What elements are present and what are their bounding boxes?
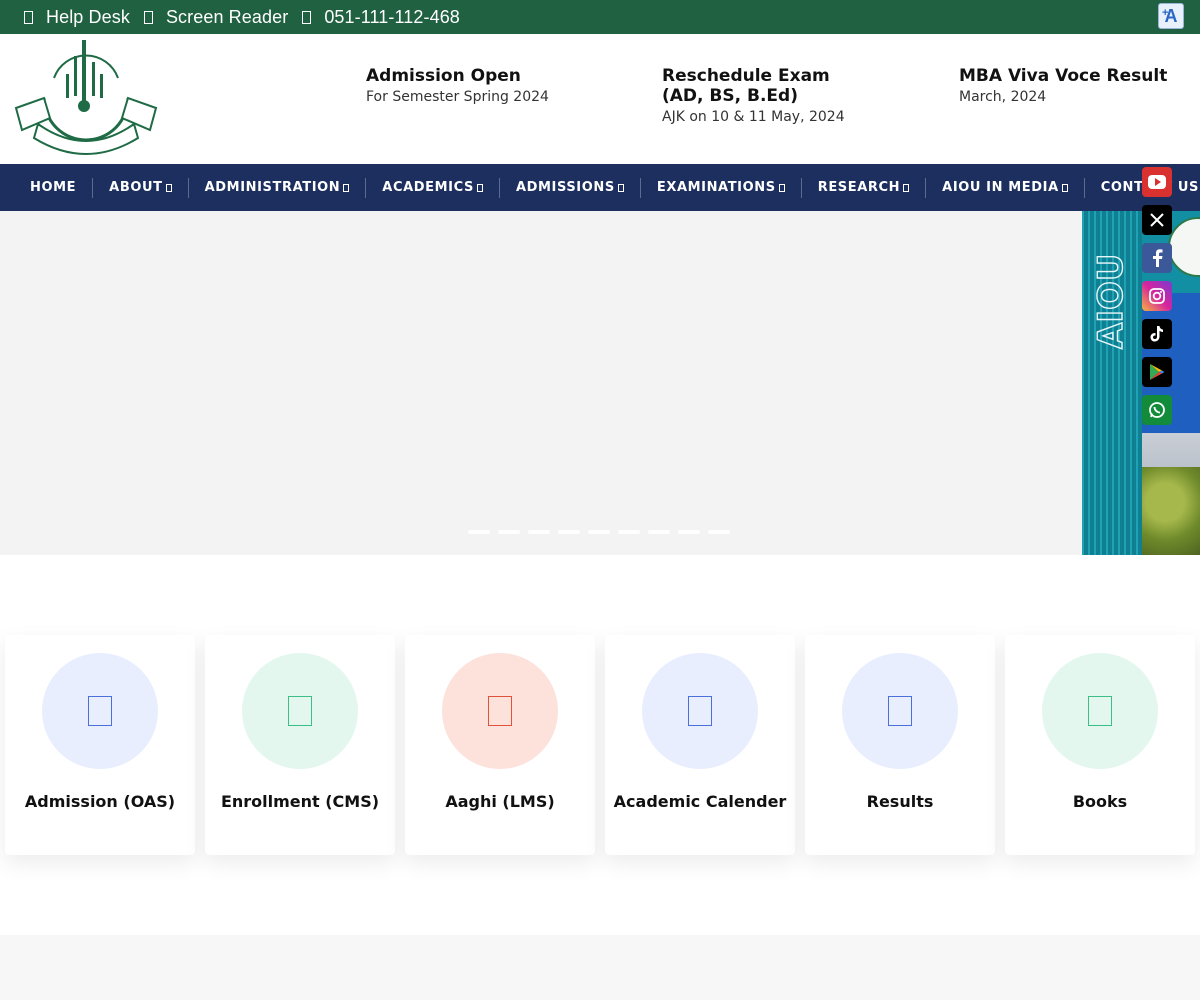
nav-aiou-in-media[interactable]: AIOU IN MEDIA: [925, 177, 1084, 198]
calendar-icon: [688, 696, 712, 726]
slider-dot-5[interactable]: [588, 530, 610, 534]
nav-label: RESEARCH: [817, 179, 901, 195]
slider-dot-4[interactable]: [558, 530, 580, 534]
quick-links: Admission (OAS) Enrollment (CMS) Aaghi (…: [5, 635, 1200, 855]
nav-administration[interactable]: ADMINISTRATION: [187, 177, 366, 198]
news-subtitle: AJK on 10 & 11 May, 2024: [662, 109, 845, 125]
aiou-banner-text: AIOU: [1090, 253, 1131, 350]
nav-label: ADMINISTRATION: [204, 179, 341, 195]
slider-dot-8[interactable]: [678, 530, 700, 534]
news-title: Admission Open: [366, 66, 521, 86]
nav-academics[interactable]: ACADEMICS: [365, 177, 499, 198]
site-header: Admission Open For Semester Spring 2024 …: [0, 34, 1200, 164]
admission-oas-card[interactable]: Admission (OAS): [5, 635, 195, 855]
slider-dot-7[interactable]: [648, 530, 670, 534]
instagram-icon[interactable]: [1142, 281, 1172, 311]
results-card[interactable]: Results: [805, 635, 995, 855]
font-size-button[interactable]: + A: [1158, 3, 1184, 29]
slider-dot-6[interactable]: [618, 530, 640, 534]
help-desk-link[interactable]: Help Desk: [24, 7, 130, 28]
x-icon[interactable]: [1142, 205, 1172, 235]
screen-reader-icon: [143, 10, 153, 24]
card-label: Admission (OAS): [24, 792, 176, 811]
font-increase-icon: +: [1162, 7, 1169, 19]
chevron-down-icon: [476, 183, 483, 192]
chevron-down-icon: [1061, 183, 1068, 192]
hero-banner-image: AIOU: [1082, 211, 1200, 555]
nav-label: EXAMINATIONS: [656, 179, 776, 195]
slider-dot-9[interactable]: [708, 530, 730, 534]
hero-slider[interactable]: AIOU: [0, 211, 1200, 555]
academic-calender-card[interactable]: Academic Calender: [605, 635, 795, 855]
card-label: Academic Calender: [613, 792, 787, 811]
phone-link[interactable]: 051-111-112-468: [302, 7, 460, 28]
card-label: Results: [866, 792, 934, 811]
nav-admissions[interactable]: ADMISSIONS: [498, 177, 640, 198]
books-icon: [1088, 696, 1112, 726]
slider-dot-2[interactable]: [498, 530, 520, 534]
books-card[interactable]: Books: [1005, 635, 1195, 855]
social-links: [1142, 167, 1172, 433]
headset-icon: [24, 10, 33, 24]
nav-about[interactable]: ABOUT: [92, 177, 187, 198]
nav-label: ABOUT: [109, 179, 163, 195]
nav-label: ADMISSIONS: [515, 179, 615, 195]
lms-icon: [488, 696, 512, 726]
news-title: MBA Viva Voce Result: [959, 66, 1168, 86]
enrollment-cms-card[interactable]: Enrollment (CMS): [205, 635, 395, 855]
nav-examinations[interactable]: EXAMINATIONS: [639, 177, 801, 198]
phone-number: 051-111-112-468: [324, 6, 460, 27]
news-title: Reschedule Exam: [662, 66, 830, 86]
results-icon: [888, 696, 912, 726]
top-bar: Help Desk Screen Reader 051-111-112-468 …: [0, 0, 1200, 34]
screen-reader-label: Screen Reader: [165, 6, 289, 27]
news-subtitle: March, 2024: [959, 89, 1047, 105]
university-logo[interactable]: [14, 38, 158, 158]
seal-icon: [1168, 217, 1200, 277]
whatsapp-icon[interactable]: [1142, 395, 1172, 425]
card-label: Books: [1072, 792, 1128, 811]
news-mba-viva[interactable]: MBA Viva Voce Result March, 2024: [959, 66, 1167, 108]
facebook-icon[interactable]: [1142, 243, 1172, 273]
chevron-down-icon: [343, 183, 350, 192]
slider-dot-1[interactable]: [468, 530, 490, 534]
next-section-background: [0, 935, 1200, 1000]
slider-dot-3[interactable]: [528, 530, 550, 534]
svg-text:AIOU: AIOU: [1091, 254, 1131, 349]
nav-label: AIOU IN MEDIA: [942, 179, 1059, 195]
nav-label: HOME: [30, 179, 77, 195]
nav-research[interactable]: RESEARCH: [800, 177, 925, 198]
chevron-down-icon: [778, 183, 785, 192]
screen-reader-link[interactable]: Screen Reader: [143, 6, 289, 28]
youtube-icon[interactable]: [1142, 167, 1172, 197]
help-desk-label: Help Desk: [46, 6, 130, 27]
chevron-down-icon: [903, 183, 910, 192]
nav-label: ACADEMICS: [382, 179, 474, 195]
news-reschedule-exam[interactable]: Reschedule Exam (AD, BS, B.Ed) AJK on 10…: [662, 66, 845, 128]
news-subtitle: For Semester Spring 2024: [366, 89, 549, 105]
aaghi-lms-card[interactable]: Aaghi (LMS): [405, 635, 595, 855]
phone-icon: [302, 10, 312, 24]
news-admission-open[interactable]: Admission Open For Semester Spring 2024: [366, 66, 549, 108]
card-label: Enrollment (CMS): [220, 792, 380, 811]
card-label: Aaghi (LMS): [445, 792, 555, 811]
tiktok-icon[interactable]: [1142, 319, 1172, 349]
news-title-line2: (AD, BS, B.Ed): [662, 86, 798, 106]
enrollment-icon: [288, 696, 312, 726]
main-nav: HOME ABOUT ADMINISTRATION ACADEMICS ADMI…: [0, 164, 1200, 211]
chevron-down-icon: [165, 183, 172, 192]
google-play-icon[interactable]: [1142, 357, 1172, 387]
admission-icon: [88, 696, 112, 726]
slider-pagination: [468, 530, 738, 534]
nav-home[interactable]: HOME: [14, 178, 92, 198]
chevron-down-icon: [617, 183, 624, 192]
